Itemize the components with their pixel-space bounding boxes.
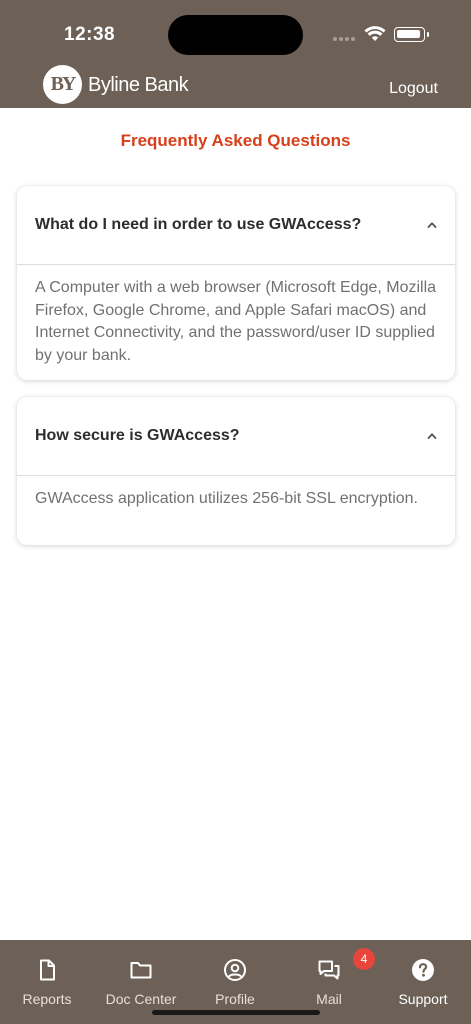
- tab-label: Mail: [316, 991, 342, 1007]
- app-header: 12:38 BY Byline Bank Logout: [0, 0, 471, 108]
- faq-answer: GWAccess application utilizes 256-bit SS…: [35, 490, 418, 507]
- document-icon: [40, 959, 55, 981]
- tab-label: Support: [398, 991, 448, 1007]
- tab-label: Reports: [22, 991, 72, 1007]
- home-indicator: [152, 1010, 320, 1015]
- logout-button[interactable]: Logout: [389, 80, 438, 98]
- tab-support[interactable]: Support: [376, 940, 470, 1024]
- chevron-up-icon[interactable]: [427, 431, 437, 441]
- tab-reports[interactable]: Reports: [0, 940, 94, 1024]
- chat-bubbles-icon: [318, 960, 340, 980]
- faq-question: How secure is GWAccess?: [35, 427, 240, 444]
- wifi-icon: [364, 26, 386, 41]
- help-circle-icon: [412, 959, 434, 981]
- mail-unread-badge: 4: [353, 948, 375, 970]
- tab-label: Profile: [215, 991, 255, 1007]
- faq-question-header[interactable]: What do I need in order to use GWAccess?: [17, 186, 455, 265]
- bank-logo-mark: BY: [43, 65, 82, 104]
- faq-question: What do I need in order to use GWAccess?: [35, 216, 362, 233]
- battery-icon: [394, 27, 429, 42]
- status-time: 12:38: [64, 24, 116, 45]
- faq-question-header[interactable]: How secure is GWAccess?: [17, 397, 455, 476]
- page-title: Frequently Asked Questions: [120, 131, 351, 150]
- tab-label: Doc Center: [105, 991, 177, 1007]
- faq-card: What do I need in order to use GWAccess?…: [17, 186, 455, 380]
- faq-answer: A Computer with a web browser (Microsoft…: [35, 279, 437, 364]
- user-circle-icon: [224, 959, 246, 981]
- chevron-up-icon[interactable]: [427, 220, 437, 230]
- dynamic-island: [168, 15, 303, 55]
- cellular-signal-icon: [333, 37, 355, 41]
- faq-card: How secure is GWAccess? GWAccess applica…: [17, 397, 455, 545]
- bank-logo-text: Byline Bank: [88, 74, 189, 96]
- folder-icon: [130, 962, 152, 979]
